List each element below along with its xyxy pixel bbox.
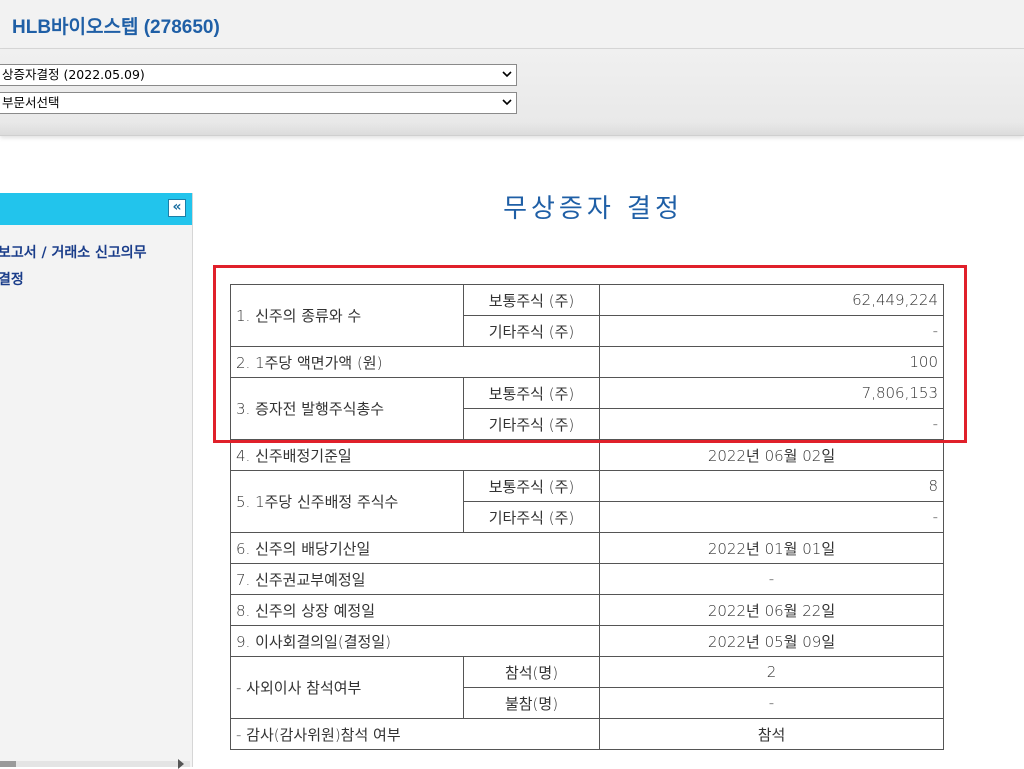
row-sub-label: 참석(명) [463,656,600,688]
row-value: 100 [599,346,944,378]
row-value: 2022년 05월 09일 [599,625,944,657]
row-label: 5. 1주당 신주배정 주식수 [230,470,464,533]
sidebar-item-report[interactable]: 보고서 / 거래소 신고의무 [0,242,147,262]
disclosure-table: 1. 신주의 종류와 수 보통주식 (주) 62,449,224 기타주식 (주… [230,284,944,750]
table-row: - 사외이사 참석여부 참석(명) 2 [230,656,944,719]
report-select-value: 상증자결정 (2022.05.09) [2,67,145,82]
row-sub-label: 보통주식 (주) [463,284,600,316]
row-value: 8 [599,470,944,502]
row-value: - [599,408,944,440]
row-label: 9. 이사회결의일(결정일) [230,625,600,657]
company-title: HLB바이오스텝 (278650) [12,17,220,38]
sidebar-item-decision[interactable]: 결정 [0,269,24,289]
row-label: 8. 신주의 상장 예정일 [230,594,600,626]
row-sub-label: 기타주식 (주) [463,315,600,347]
row-value: 7,806,153 [599,377,944,409]
row-sub-label: 불참(명) [463,687,600,719]
table-row: 3. 증자전 발행주식총수 보통주식 (주) 7,806,153 [230,377,944,440]
sidebar: « 보고서 / 거래소 신고의무 결정 [0,193,193,769]
table-row: 6. 신주의 배당기산일 2022년 01월 01일 [230,532,944,564]
scroll-right-icon[interactable] [178,759,184,769]
table-row: 7. 신주권교부예정일 - [230,563,944,595]
header-bar: HLB바이오스텝 (278650) [0,0,1024,49]
row-label: 4. 신주배정기준일 [230,439,600,471]
row-sub-label: 기타주식 (주) [463,501,600,533]
row-label: 7. 신주권교부예정일 [230,563,600,595]
row-value: 참석 [599,718,944,750]
row-value: - [599,501,944,533]
table-row: 2. 1주당 액면가액 (원) 100 [230,346,944,378]
row-label: 3. 증자전 발행주식총수 [230,377,464,440]
row-label: 2. 1주당 액면가액 (원) [230,346,600,378]
table-row: 4. 신주배정기준일 2022년 06월 02일 [230,439,944,471]
document-select-bar: 상증자결정 (2022.05.09) 부문서선택 [0,49,1024,136]
row-value: - [599,315,944,347]
table-row: 1. 신주의 종류와 수 보통주식 (주) 62,449,224 [230,284,944,347]
scrollbar-thumb[interactable] [0,761,16,767]
row-value: - [599,687,944,719]
row-label: - 사외이사 참석여부 [230,656,464,719]
table-row: 9. 이사회결의일(결정일) 2022년 05월 09일 [230,625,944,657]
row-value: 62,449,224 [599,284,944,316]
collapse-sidebar-button[interactable]: « [168,199,186,217]
table-row: - 감사(감사위원)참석 여부 참석 [230,718,944,750]
chevron-down-icon [502,71,512,78]
row-value: 2022년 06월 02일 [599,439,944,471]
row-sub-label: 보통주식 (주) [463,377,600,409]
row-sub-label: 기타주식 (주) [463,408,600,440]
report-select[interactable]: 상증자결정 (2022.05.09) [0,64,517,86]
row-value: 2022년 01월 01일 [599,532,944,564]
table-row: 8. 신주의 상장 예정일 2022년 06월 22일 [230,594,944,626]
row-value: - [599,563,944,595]
table-row: 5. 1주당 신주배정 주식수 보통주식 (주) 8 [230,470,944,533]
attachment-select-value: 부문서선택 [2,95,60,110]
sidebar-header: « [0,193,192,225]
row-value: 2022년 06월 22일 [599,594,944,626]
row-label: 6. 신주의 배당기산일 [230,532,600,564]
document-title: 무상증자 결정 [503,194,683,224]
sidebar-horizontal-scrollbar[interactable] [0,759,190,769]
attachment-select[interactable]: 부문서선택 [0,92,517,114]
row-label: - 감사(감사위원)참석 여부 [230,718,600,750]
chevron-down-icon [502,99,512,106]
row-label: 1. 신주의 종류와 수 [230,284,464,347]
row-sub-label: 보통주식 (주) [463,470,600,502]
row-value: 2 [599,656,944,688]
